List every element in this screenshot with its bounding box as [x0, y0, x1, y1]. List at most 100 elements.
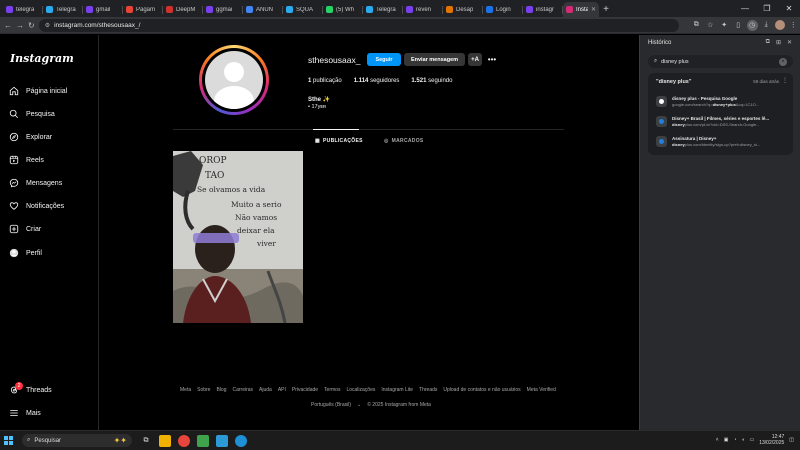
browser-tab[interactable]: SQUA: [283, 2, 323, 17]
browser-tab[interactable]: Desap: [443, 2, 483, 17]
footer-link[interactable]: Blog: [216, 387, 226, 393]
close-window-icon[interactable]: ✕: [778, 0, 800, 17]
clock[interactable]: 12:47 13/02/2025: [759, 434, 784, 446]
history-icon[interactable]: ◷: [746, 19, 758, 31]
nav-home[interactable]: Página inicial: [9, 84, 67, 98]
language-chevron-icon[interactable]: ⌄: [357, 402, 361, 408]
chrome-icon[interactable]: [178, 434, 190, 447]
notifications-icon[interactable]: ◫: [789, 437, 794, 443]
tab-favicon-icon: [46, 6, 53, 13]
follow-button[interactable]: Seguir: [367, 53, 401, 66]
followers-stat[interactable]: 1.114 seguidores: [354, 78, 400, 84]
footer-link[interactable]: Privacidade: [292, 387, 318, 393]
bio-text: • 17yᴇʀ: [308, 104, 326, 110]
minimize-icon[interactable]: —: [734, 0, 756, 17]
footer-link[interactable]: Instagram Lite: [381, 387, 413, 393]
footer-link[interactable]: Carreiras: [232, 387, 253, 393]
nav-search-label: Pesquisa: [26, 110, 55, 118]
footer-link[interactable]: Meta Verified: [527, 387, 556, 393]
nav-notifications[interactable]: Notificações: [9, 199, 64, 213]
browser-tab[interactable]: Instag✕: [563, 2, 599, 17]
menu-dots-icon[interactable]: ⋮: [788, 20, 799, 31]
site-info-icon[interactable]: ⚙: [45, 22, 50, 29]
nav-messages[interactable]: Mensagens: [9, 176, 62, 190]
browser-tab[interactable]: telegra: [3, 2, 43, 17]
browser-tab[interactable]: (5) Wh: [323, 2, 363, 17]
profile-picture-story-ring[interactable]: [199, 45, 269, 115]
close-panel-icon[interactable]: ✕: [787, 39, 792, 46]
maximize-icon[interactable]: ❐: [756, 0, 778, 17]
browser-tab[interactable]: Telegra: [43, 2, 83, 17]
nav-profile[interactable]: Perfil: [9, 246, 42, 260]
bookmark-star-icon[interactable]: ☆: [705, 20, 716, 31]
footer-link[interactable]: Upload de contatos e não usuários: [443, 387, 520, 393]
battery-icon[interactable]: ▭: [750, 437, 755, 443]
download-icon[interactable]: ⤓: [761, 20, 772, 31]
browser-tab[interactable]: Telegra: [363, 2, 403, 17]
forward-icon[interactable]: →: [16, 19, 24, 31]
browser-tab[interactable]: DeepM: [163, 2, 203, 17]
volume-icon[interactable]: ◖: [741, 437, 744, 443]
address-bar[interactable]: ⚙ instagram.com/sthesousaax_/: [38, 18, 679, 32]
store-icon[interactable]: [216, 434, 228, 447]
footer-link[interactable]: Termos: [324, 387, 340, 393]
footer-link[interactable]: Sobre: [197, 387, 210, 393]
footer-link[interactable]: Ajuda: [259, 387, 272, 393]
nav-threads[interactable]: 2 Threads: [9, 382, 52, 397]
browser-tab[interactable]: reven: [403, 2, 443, 17]
new-tab-icon[interactable]: +: [599, 2, 613, 17]
clear-search-icon[interactable]: ×: [779, 57, 787, 66]
browser-tab[interactable]: ANUN: [243, 2, 283, 17]
footer-link[interactable]: Localizações: [346, 387, 375, 393]
send-message-button[interactable]: Enviar mensagem: [404, 53, 465, 66]
cast-icon[interactable]: ⧉: [691, 20, 702, 31]
following-stat[interactable]: 1.521 seguindo: [411, 78, 452, 84]
history-result-group: "disney plus" 59 dias atrás ⋮ disney plu…: [648, 73, 793, 155]
threads-icon: 2: [9, 382, 23, 395]
extensions-icon[interactable]: ✦: [719, 20, 730, 31]
wifi-icon[interactable]: ◔: [733, 437, 736, 443]
tab-publications[interactable]: ▦ PUBLICAÇÕES: [315, 138, 363, 144]
open-in-new-icon[interactable]: ⧉: [766, 39, 770, 46]
browser-tab[interactable]: gmail: [83, 2, 123, 17]
edge-icon[interactable]: [235, 434, 247, 447]
file-explorer-icon[interactable]: [159, 434, 171, 447]
task-view-icon[interactable]: ⧉: [140, 435, 152, 447]
tab-tagged[interactable]: ◎ MARCADOS: [384, 138, 424, 144]
history-entry[interactable]: disney plus - Pesquisa Google google.com/…: [656, 92, 788, 110]
language-select[interactable]: Português (Brasil): [311, 402, 351, 408]
history-url-match: disney: [672, 141, 685, 147]
sidepanel-icon[interactable]: ▯: [733, 20, 744, 31]
history-search-input[interactable]: ⌕ disney plus ×: [648, 55, 793, 68]
nav-reels[interactable]: Reels: [9, 153, 44, 167]
tray-chevron-icon[interactable]: ˄: [716, 437, 719, 443]
nav-create[interactable]: Criar: [9, 222, 41, 236]
windows-start-icon[interactable]: [4, 435, 14, 446]
app-icon[interactable]: [197, 434, 209, 447]
browser-tab[interactable]: Pagam: [123, 2, 163, 17]
post-thumbnail[interactable]: OROP TAO Se olvamos a vida Muito a serio…: [173, 151, 303, 323]
tray-app-icon[interactable]: ▣: [724, 437, 729, 443]
browser-tab[interactable]: ggmai: [203, 2, 243, 17]
history-group-menu-icon[interactable]: ⋮: [782, 77, 788, 84]
suggest-users-button[interactable]: +A: [468, 53, 482, 66]
history-entry[interactable]: Disney+ Brasil | Filmes, séries e esport…: [656, 112, 788, 130]
nav-search[interactable]: Pesquisa: [9, 107, 55, 121]
pin-icon[interactable]: ⊞: [776, 39, 781, 46]
taskbar-search-box[interactable]: ⌕ Pesquisar ✦✦: [22, 434, 132, 447]
footer-link[interactable]: Threads: [419, 387, 437, 393]
footer-link[interactable]: Meta: [180, 387, 191, 393]
close-tab-icon[interactable]: ✕: [591, 6, 596, 13]
browser-tab[interactable]: instagr: [523, 2, 563, 17]
browser-tab[interactable]: Login: [483, 2, 523, 17]
footer-link[interactable]: API: [278, 387, 286, 393]
nav-more[interactable]: Mais: [9, 406, 41, 420]
nav-explore[interactable]: Explorar: [9, 130, 52, 144]
instagram-logo[interactable]: Instagram: [10, 52, 74, 65]
back-icon[interactable]: ←: [4, 19, 12, 31]
history-group-title: "disney plus": [656, 79, 692, 85]
profile-avatar[interactable]: [774, 20, 785, 30]
history-entry[interactable]: Assinatura | Disney+ disneyplus.com/ident…: [656, 132, 788, 150]
reload-icon[interactable]: ↻: [28, 19, 35, 31]
more-options-icon[interactable]: •••: [487, 53, 497, 66]
